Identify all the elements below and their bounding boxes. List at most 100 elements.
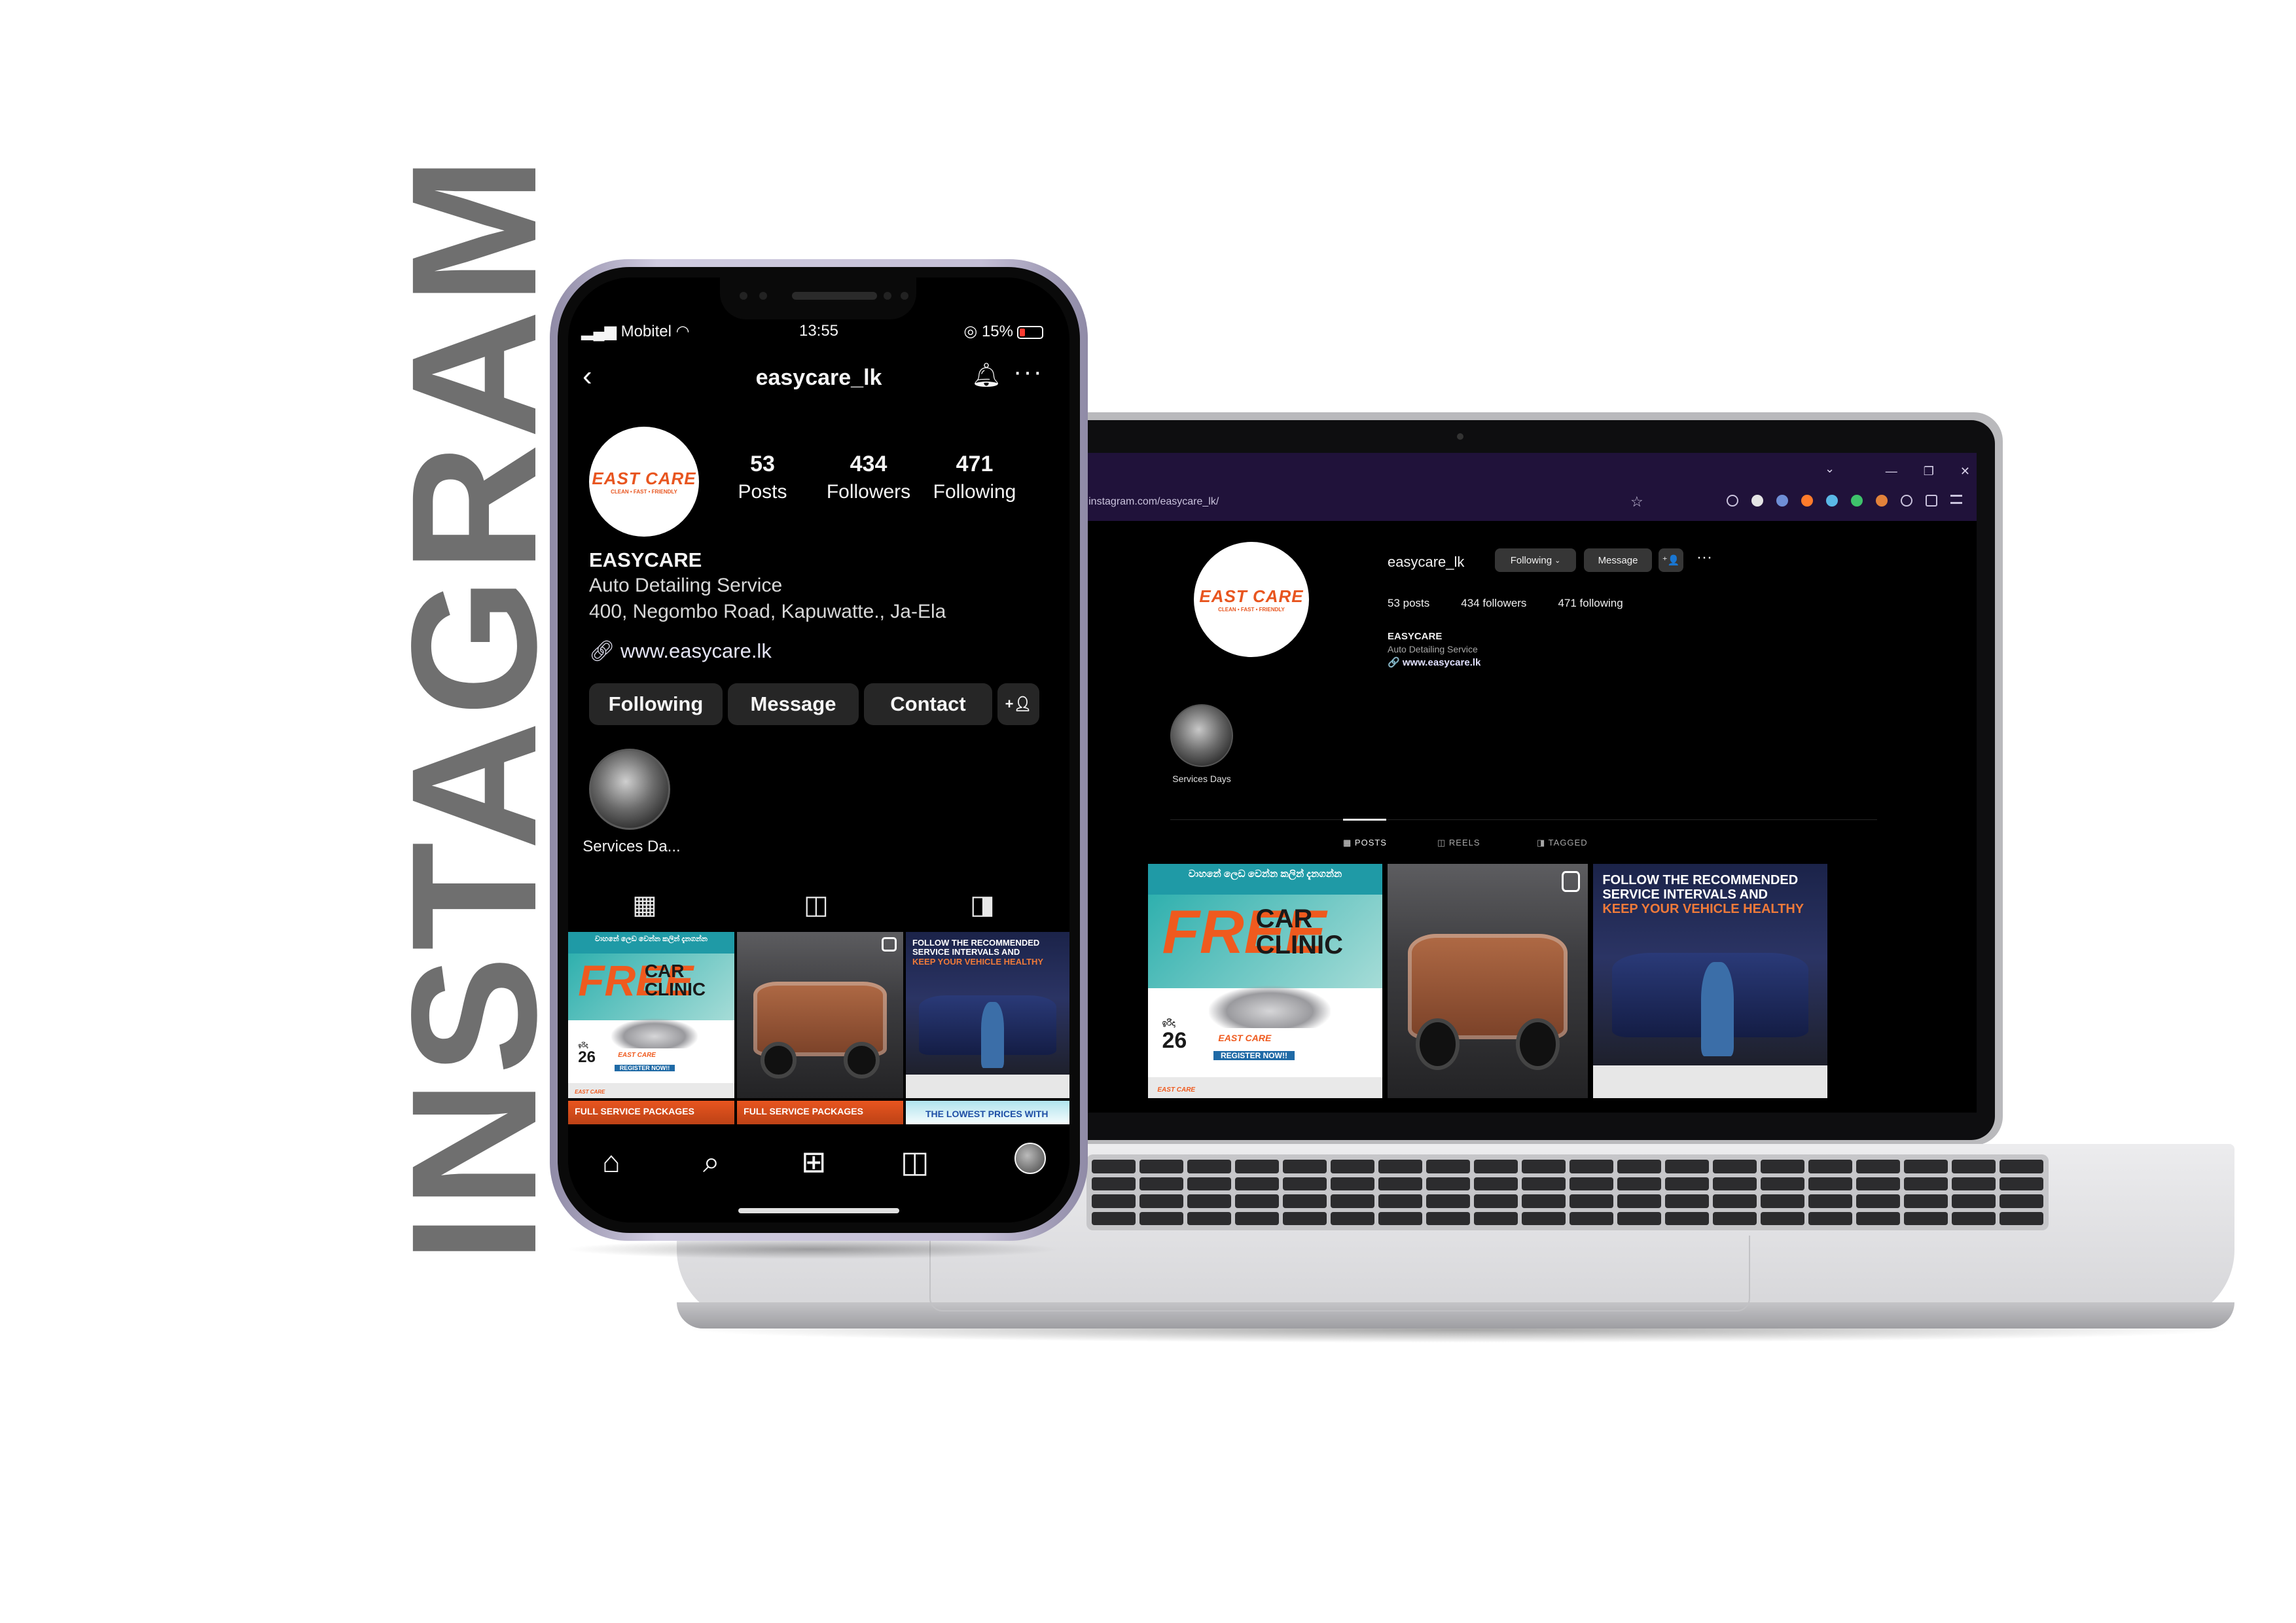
message-button[interactable]: Message [728, 683, 859, 725]
post-car-clinic[interactable]: වාහනේ ලෙඩ වෙන්න කලින් දැනගන්න FREE CAR C… [568, 932, 734, 1098]
keyboard-key [1283, 1177, 1327, 1190]
keyboard-key [1713, 1160, 1757, 1173]
profile-website-link[interactable]: 🔗 www.easycare.lk [1388, 656, 1480, 668]
keyboard-key [1904, 1211, 1948, 1225]
extension-icon[interactable] [1801, 495, 1813, 507]
post-service-intervals[interactable]: FOLLOW THE RECOMMENDED SERVICE INTERVALS… [906, 932, 1069, 1098]
post-service-intervals[interactable]: FOLLOW THE RECOMMENDED SERVICE INTERVALS… [1593, 864, 1827, 1098]
keyboard-key [1426, 1160, 1470, 1173]
keyboard-key [1522, 1211, 1566, 1225]
stat-value: 434 [850, 452, 888, 476]
status-bar: ▂▄▆ Mobitel ◠ 13:55 ◎ 15% [568, 322, 1069, 348]
more-options-icon[interactable]: ··· [1013, 357, 1043, 387]
keyboard-key [1808, 1177, 1852, 1190]
profile-avatar[interactable]: EAST CARE CLEAN • FAST • FRIENDLY [1194, 542, 1309, 657]
keyboard-key [1617, 1177, 1661, 1190]
bookmark-star-icon[interactable]: ☆ [1630, 493, 1643, 510]
story-highlight-label: Services Days [1172, 774, 1231, 784]
keyboard-key [2000, 1177, 2043, 1190]
menu-icon[interactable] [1950, 495, 1962, 504]
link-icon: 🔗 [1388, 657, 1403, 668]
profile-avatar-icon[interactable] [1014, 1143, 1046, 1174]
suggest-user-button[interactable]: ⁺👤 [1659, 548, 1683, 572]
logo-tagline: CLEAN • FAST • FRIENDLY [1218, 607, 1285, 613]
search-icon[interactable]: ⌕ [703, 1144, 720, 1181]
url-text[interactable]: w.instagram.com/easycare_lk/ [1079, 496, 1219, 508]
create-post-icon[interactable]: ⊞ [801, 1144, 827, 1179]
post-car-wash[interactable] [1388, 864, 1588, 1098]
story-highlight[interactable] [1170, 704, 1233, 767]
keyboard-key [1570, 1211, 1613, 1225]
more-options-icon[interactable]: ··· [1696, 548, 1712, 567]
tagged-icon[interactable]: ◨ [970, 890, 995, 920]
stat-followers[interactable]: 434 Followers [813, 452, 924, 503]
posts-grid: වාහනේ ලෙඩ වෙන්න කලින් දැනගන්න FREE CAR C… [1148, 864, 1827, 1098]
keyboard [1086, 1154, 2049, 1230]
bell-icon[interactable]: 🔔︎ [971, 361, 1001, 389]
grid-icon[interactable]: ▦ [632, 890, 657, 920]
wheel-image [843, 1041, 880, 1079]
keyboard-key [1331, 1211, 1374, 1225]
post-service-packages[interactable]: FULL SERVICE PACKAGES [568, 1101, 734, 1127]
stat-posts[interactable]: 53 Posts [707, 452, 818, 503]
profile-address[interactable]: 400, Negombo Road, Kapuwatte., Ja-Ela [589, 601, 946, 623]
post-service-packages[interactable]: FULL SERVICE PACKAGES [737, 1101, 903, 1127]
post-car-wash[interactable] [737, 932, 903, 1098]
restore-icon[interactable]: ❐ [1924, 465, 1934, 478]
keyboard-key [1474, 1177, 1518, 1190]
following-button[interactable]: Following [589, 683, 723, 725]
extension-icon[interactable] [1826, 495, 1838, 507]
keyboard-key [1856, 1194, 1900, 1208]
stat-following[interactable]: 471 Following [919, 452, 1030, 503]
message-button[interactable]: Message [1584, 548, 1652, 572]
extension-icon[interactable] [1776, 495, 1788, 507]
minimize-icon[interactable]: — [1886, 465, 1897, 478]
message-label: Message [1598, 554, 1638, 566]
posts-count[interactable]: 53 posts [1388, 597, 1429, 610]
front-camera [884, 292, 891, 300]
tab-tagged-label: TAGGED [1548, 838, 1588, 847]
post-top-text: වාහනේ ලෙඩ වෙන්න කලින් දැනගන්න [595, 935, 708, 944]
post-lowest-prices[interactable]: THE LOWEST PRICES WITH [906, 1101, 1069, 1127]
logo-text: EAST CARE [592, 469, 696, 488]
tab-posts[interactable]: ▦ POSTS [1343, 838, 1387, 848]
keyboard-key [1856, 1211, 1900, 1225]
suggest-user-button[interactable]: +👤︎ [997, 683, 1039, 725]
profile-avatar[interactable]: EAST CARE CLEAN • FAST • FRIENDLY [589, 427, 699, 537]
close-icon[interactable]: ✕ [1960, 465, 1970, 478]
keyboard-key [1235, 1211, 1279, 1225]
keyboard-key [1761, 1160, 1804, 1173]
contact-button[interactable]: Contact [864, 683, 992, 725]
reels-icon[interactable]: ◫ [901, 1144, 929, 1179]
keyboard-key [1187, 1160, 1231, 1173]
address-bar[interactable]: w.instagram.com/easycare_lk/ ☆ [1079, 491, 1977, 516]
keyboard-key [1952, 1160, 1996, 1173]
post-line2: SERVICE INTERVALS AND [912, 947, 1020, 957]
share-icon[interactable] [1926, 495, 1937, 507]
laptop-camera [1457, 433, 1463, 440]
following-count[interactable]: 471 following [1558, 597, 1623, 610]
extension-icon[interactable] [1751, 495, 1763, 507]
stat-label: Followers [826, 481, 911, 503]
profile-website-link[interactable]: 🔗︎ www.easycare.lk [589, 639, 772, 663]
keyboard-key [1808, 1211, 1852, 1225]
extensions-puzzle-icon[interactable] [1901, 495, 1912, 507]
story-highlight[interactable] [589, 749, 670, 830]
reels-icon[interactable]: ◫ [804, 890, 829, 920]
add-person-icon: +👤︎ [1005, 696, 1032, 712]
following-button[interactable]: Following ⌄ [1495, 548, 1576, 572]
extension-icon[interactable] [1851, 495, 1863, 507]
profile-stats: 53 posts 434 followers 471 following [1388, 597, 1623, 610]
followers-count[interactable]: 434 followers [1461, 597, 1526, 610]
tab-list-chevron-icon[interactable]: ⌄ [1825, 462, 1835, 476]
post-car-clinic[interactable]: වාහනේ ලෙඩ වෙන්න කලින් දැනගන්න FREE CAR C… [1148, 864, 1382, 1098]
extension-icon[interactable] [1876, 495, 1888, 507]
keyboard-key [1522, 1177, 1566, 1190]
instagram-headline: INSTAGRAM [374, 151, 573, 1263]
post-headline: FOLLOW THE RECOMMENDED SERVICE INTERVALS… [912, 938, 1063, 967]
tab-tagged[interactable]: ◨ TAGGED [1537, 838, 1588, 848]
post-line1: FOLLOW THE RECOMMENDED [912, 938, 1040, 948]
pocket-icon[interactable] [1727, 495, 1738, 507]
home-icon[interactable]: ⌂ [602, 1144, 620, 1179]
tab-reels[interactable]: ◫ REELS [1437, 838, 1480, 848]
